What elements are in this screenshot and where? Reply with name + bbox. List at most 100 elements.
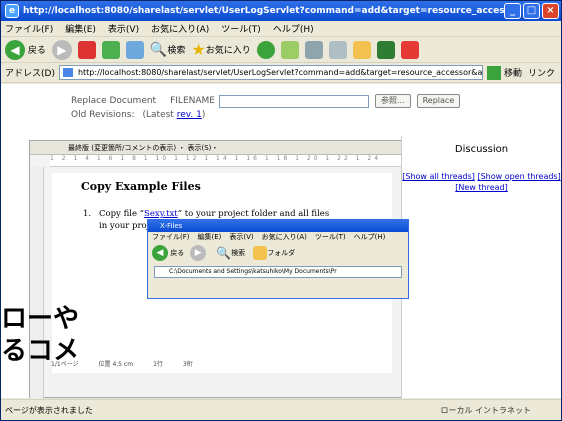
- address-bar: アドレス(D) http://localhost:8080/sharelast/…: [1, 63, 561, 83]
- editor-status-position: 位置 4.5 cm: [98, 361, 134, 368]
- search-label: 検索: [167, 46, 186, 56]
- list-number: 1.: [83, 209, 92, 219]
- window-title: http://localhost:8080/sharelast/servlet/…: [23, 6, 504, 16]
- forward-arrow-icon: ▶: [51, 39, 72, 60]
- star-icon: ★: [191, 40, 206, 59]
- replace-button[interactable]: Replace: [416, 94, 461, 108]
- maximize-button[interactable]: □: [523, 3, 540, 19]
- messenger-button[interactable]: [376, 39, 395, 61]
- explorer-menu-tools[interactable]: ツール(T): [315, 232, 346, 242]
- back-label: 戻る: [27, 46, 46, 56]
- search-button[interactable]: 🔍 検索: [150, 39, 185, 61]
- browser-window: e http://localhost:8080/sharelast/servle…: [0, 0, 562, 421]
- home-icon: [125, 40, 144, 59]
- address-label: アドレス(D): [5, 69, 55, 79]
- go-label: 移動: [503, 69, 522, 79]
- favorites-button[interactable]: ★ お気に入り: [191, 39, 250, 61]
- discussion-title: Discussion: [454, 144, 509, 155]
- explorer-toolbar: ◀ 戻る ▶ 🔍 検索 フォルダ: [148, 242, 408, 264]
- editor-toolbar-text[interactable]: 最終版 (変更箇所/コメントの表示) ・ 表示(S)・: [68, 143, 218, 153]
- go-arrow-icon: [486, 65, 501, 80]
- editor-status-column: 3桁: [182, 361, 193, 368]
- zone-text: ローカル イントラネット: [440, 405, 531, 415]
- show-all-threads-link[interactable]: [Show all threads]: [402, 172, 475, 181]
- explorer-menu-view[interactable]: 表示(V): [229, 232, 253, 242]
- messenger-icon: [376, 40, 395, 59]
- file-input[interactable]: [218, 94, 369, 108]
- new-thread-link[interactable]: [New thread]: [455, 183, 507, 192]
- ie-icon: e: [5, 4, 19, 18]
- status-text: ページが表示されました: [5, 405, 93, 415]
- history-button[interactable]: [280, 39, 299, 61]
- filename-label: FILENAME: [170, 96, 215, 106]
- menu-view[interactable]: 表示(V): [108, 22, 139, 35]
- favorites-label: お気に入り: [205, 46, 251, 56]
- explorer-menu: ファイル(F) 編集(E) 表示(V) お気に入り(A) ツール(T) ヘルプ(…: [148, 232, 408, 242]
- horizontal-ruler: 1 2 1 4 1 6 1 8 1 10 1 12 1 14 1 16 1 18…: [50, 155, 406, 167]
- menu-favorites[interactable]: お気に入り(A): [151, 22, 209, 35]
- close-button[interactable]: ×: [542, 3, 559, 19]
- toolbar-extra-icon: [400, 40, 419, 59]
- forward-button[interactable]: ▶: [51, 39, 72, 61]
- go-button[interactable]: 移動: [486, 65, 522, 80]
- media-icon: [256, 40, 275, 59]
- explorer-back-icon[interactable]: ◀: [152, 245, 168, 261]
- stop-icon: [77, 40, 96, 59]
- replace-document-label: Replace Document: [71, 96, 157, 106]
- mail-button[interactable]: [304, 39, 323, 61]
- menu-tools[interactable]: ツール(T): [221, 22, 261, 35]
- mail-icon: [304, 40, 323, 59]
- links-label[interactable]: リンク: [528, 66, 555, 79]
- editor-status-line: 1行: [153, 361, 163, 368]
- show-open-threads-link[interactable]: [Show open threads]: [477, 172, 560, 181]
- history-icon: [280, 40, 299, 59]
- discussion-panel: Discussion [Show all threads] [Show open…: [401, 136, 561, 398]
- search-icon: 🔍: [149, 41, 168, 58]
- explorer-window[interactable]: X-Files ファイル(F) 編集(E) 表示(V) お気に入り(A) ツール…: [147, 219, 409, 299]
- explorer-menu-file[interactable]: ファイル(F): [152, 232, 190, 242]
- status-bar: ページが表示されました ローカル イントラネット: [1, 399, 561, 420]
- bluetooth-button[interactable]: [400, 39, 419, 61]
- minimize-button[interactable]: _: [504, 3, 521, 19]
- list-text-before: Copy file “: [99, 209, 145, 219]
- media-button[interactable]: [256, 39, 275, 61]
- document-heading: Copy Example Files: [81, 180, 201, 193]
- explorer-folder-label: フォルダ: [267, 249, 296, 257]
- explorer-search-icon[interactable]: 🔍: [216, 246, 231, 260]
- latest-label: (Latest: [142, 110, 174, 120]
- refresh-button[interactable]: [101, 39, 120, 61]
- explorer-search-label: 検索: [231, 249, 246, 257]
- folder-button[interactable]: [352, 39, 371, 61]
- explorer-menu-edit[interactable]: 編集(E): [198, 232, 222, 242]
- explorer-back-label: 戻る: [170, 249, 185, 257]
- explorer-menu-help[interactable]: ヘルプ(H): [354, 232, 386, 242]
- sexy-file-link[interactable]: Sexy.txt: [144, 209, 178, 219]
- menu-help[interactable]: ヘルプ(H): [273, 22, 314, 35]
- toolbar: ◀ 戻る ▶ 🔍 検索 ★ お気に入り: [1, 37, 561, 63]
- title-bar: e http://localhost:8080/sharelast/servle…: [1, 1, 561, 21]
- menu-file[interactable]: ファイル(F): [5, 22, 53, 35]
- revision-link[interactable]: rev. 1: [177, 110, 202, 120]
- print-button[interactable]: [328, 39, 347, 61]
- print-icon: [328, 40, 347, 59]
- address-input[interactable]: http://localhost:8080/sharelast/servlet/…: [58, 65, 483, 80]
- menu-bar: ファイル(F) 編集(E) 表示(V) お気に入り(A) ツール(T) ヘルプ(…: [1, 21, 561, 37]
- overlay-caption: ローや るコメ: [1, 303, 79, 367]
- stop-button[interactable]: [77, 39, 96, 61]
- menu-edit[interactable]: 編集(E): [65, 22, 96, 35]
- explorer-folder-icon[interactable]: [253, 246, 268, 260]
- refresh-icon: [101, 40, 120, 59]
- home-button[interactable]: [125, 39, 144, 61]
- back-button[interactable]: ◀ 戻る: [5, 39, 46, 61]
- editor-toolbar: 最終版 (変更箇所/コメントの表示) ・ 表示(S)・: [30, 141, 406, 155]
- close-paren: ): [201, 110, 206, 120]
- overlay-line-1: ローや: [1, 304, 80, 334]
- browse-button[interactable]: 参照...: [374, 94, 411, 108]
- explorer-menu-favorites[interactable]: お気に入り(A): [262, 232, 307, 242]
- replace-form: Replace Document FILENAME 参照... Replace …: [71, 94, 461, 122]
- explorer-title: X-Files: [148, 220, 408, 232]
- explorer-forward-icon[interactable]: ▶: [190, 245, 207, 261]
- explorer-address[interactable]: C:\Documents and Settings\katsuhiko\My D…: [154, 266, 402, 278]
- editor-status-page: 1/1ページ: [51, 361, 79, 368]
- folder-icon: [352, 40, 371, 59]
